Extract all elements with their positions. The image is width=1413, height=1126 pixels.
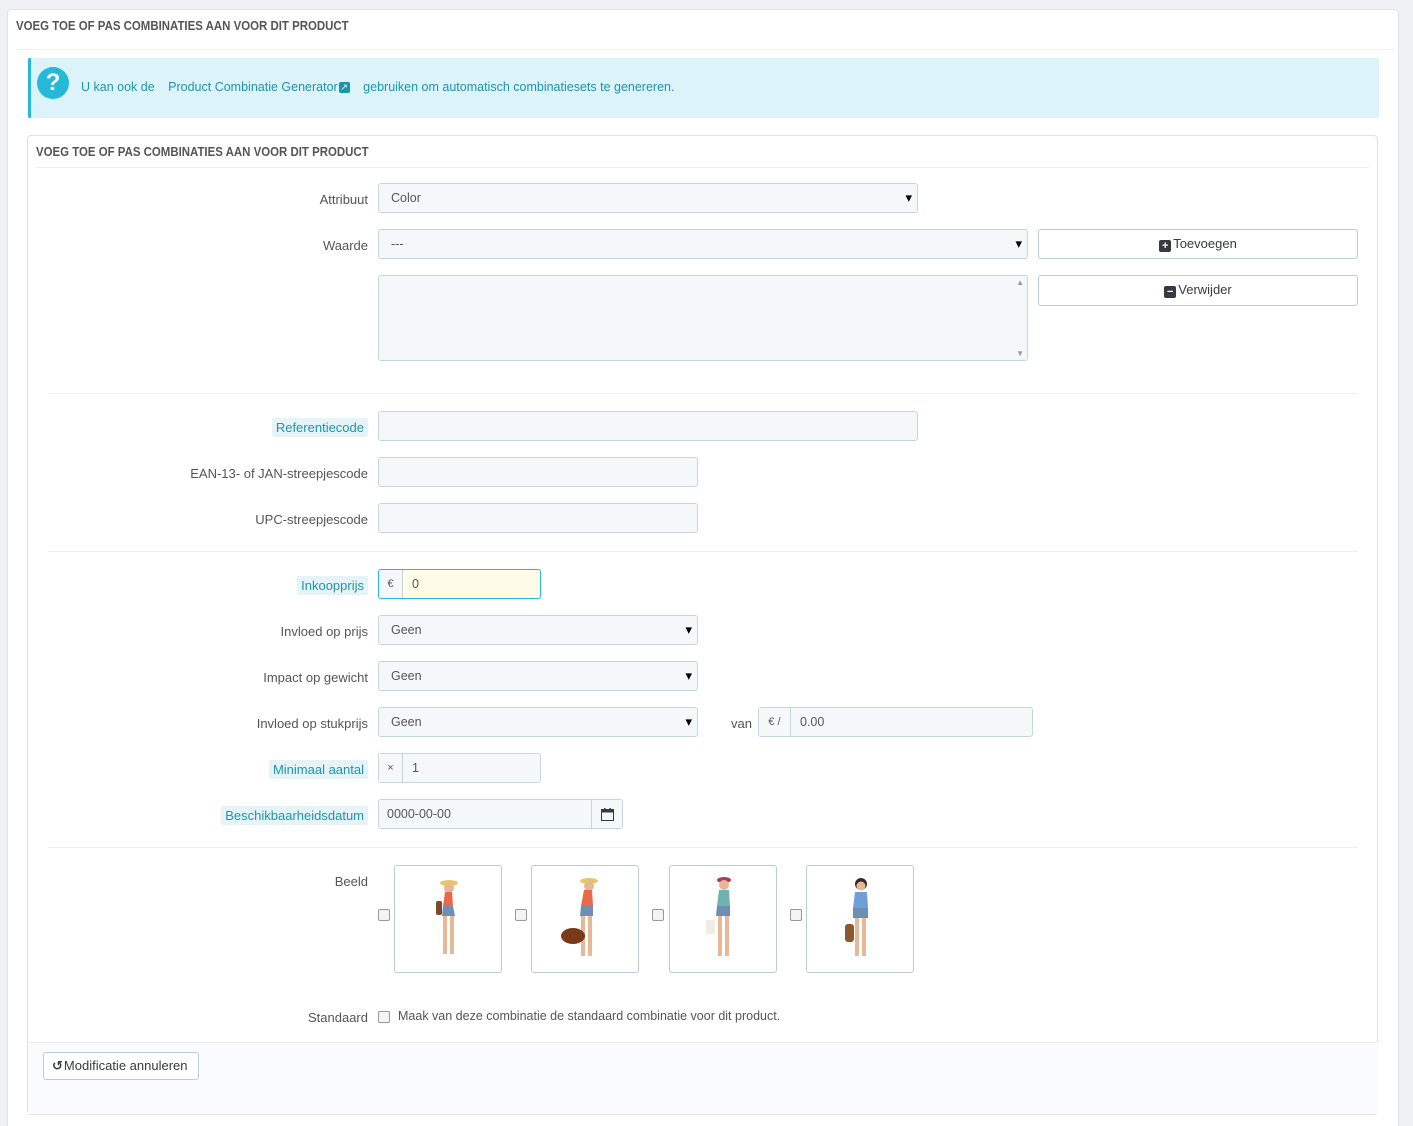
model-image-icon [706,877,731,956]
external-link-icon: ↗ [338,82,350,94]
wholesale-price-input[interactable]: € 0 [378,569,541,599]
image-checkbox[interactable] [652,909,664,921]
model-image-icon [845,878,868,956]
image-checkbox[interactable] [378,909,390,921]
multiply-addon: × [379,754,403,782]
remove-value-button[interactable]: − Verwijder [1038,275,1358,306]
upc-label: UPC-streepjescode [255,512,368,527]
model-image-icon [436,880,458,954]
product-image-thumb [806,865,914,973]
currency-addon: € [379,570,403,598]
image-checkbox[interactable] [515,909,527,921]
weight-impact-label: Impact op gewicht [263,670,368,685]
upc-input[interactable] [378,503,698,533]
question-icon: ? [37,67,69,99]
divider [48,393,1358,394]
unit-price-impact-select[interactable]: Geen [378,707,698,737]
divider [48,847,1358,848]
model-image-icon [561,878,598,956]
divider [48,551,1358,552]
attribute-select[interactable]: Color [378,183,918,213]
unit-price-impact-label: Invloed op stukprijs [256,716,368,731]
min-qty-label: Minimaal aantal [268,760,368,779]
min-qty-input[interactable]: × 1 [378,753,541,783]
default-checkbox[interactable] [378,1011,390,1023]
image-label: Beeld [334,874,368,889]
image-checkbox[interactable] [790,909,802,921]
outer-panel-heading: VOEG TOE OF PAS COMBINATIES AAN VOOR DIT… [16,18,1394,50]
wholesale-price-label: Inkoopprijs [297,576,368,595]
combination-list[interactable]: ▲ ▼ [378,275,1028,361]
reference-label: Referentiecode [271,418,368,437]
product-image-thumb [531,865,639,973]
undo-icon: ↺ [52,1058,63,1073]
scroll-up-icon[interactable]: ▲ [1016,278,1024,287]
product-image-thumb [394,865,502,973]
value-label: Waarde [322,238,368,253]
generator-link[interactable]: Product Combinatie Generator ↗ [168,80,350,94]
default-label: Standaard [308,1010,368,1025]
cancel-modification-button[interactable]: ↺Modificatie annuleren [43,1052,199,1080]
attribute-label: Attribuut [319,192,368,207]
unit-price-input[interactable]: € / 0.00 [758,707,1033,737]
price-impact-label: Invloed op prijs [280,624,368,639]
info-text: U kan ook de Product Combinatie Generato… [81,80,674,94]
weight-impact-select[interactable]: Geen [378,661,698,691]
price-impact-select[interactable]: Geen [378,615,698,645]
panel-heading: VOEG TOE OF PAS COMBINATIES AAN VOOR DIT… [36,144,1369,168]
add-value-button[interactable]: + Toevoegen [1038,229,1358,259]
scroll-down-icon[interactable]: ▼ [1016,349,1024,358]
default-description: Maak van deze combinatie de standaard co… [398,1009,781,1023]
availability-date-label: Beschikbaarheidsdatum [221,806,368,825]
calendar-icon[interactable] [591,800,622,828]
info-suffix: gebruiken om automatisch combinatiesets … [363,80,675,94]
availability-date-input[interactable]: 0000-00-00 [378,799,623,829]
plus-icon: + [1159,240,1172,252]
unit-currency-addon: € / [759,708,791,736]
minus-icon: − [1164,286,1177,298]
info-prefix: U kan ook de [81,80,155,94]
ean-input[interactable] [378,457,698,487]
product-image-thumb [669,865,777,973]
ean-label: EAN-13- of JAN-streepjescode [190,466,368,481]
panel-footer [28,1042,1378,1114]
van-label: van [731,716,752,731]
info-alert: ? U kan ook de Product Combinatie Genera… [28,58,1379,118]
reference-input[interactable] [378,411,918,441]
value-select[interactable]: --- [378,229,1028,259]
